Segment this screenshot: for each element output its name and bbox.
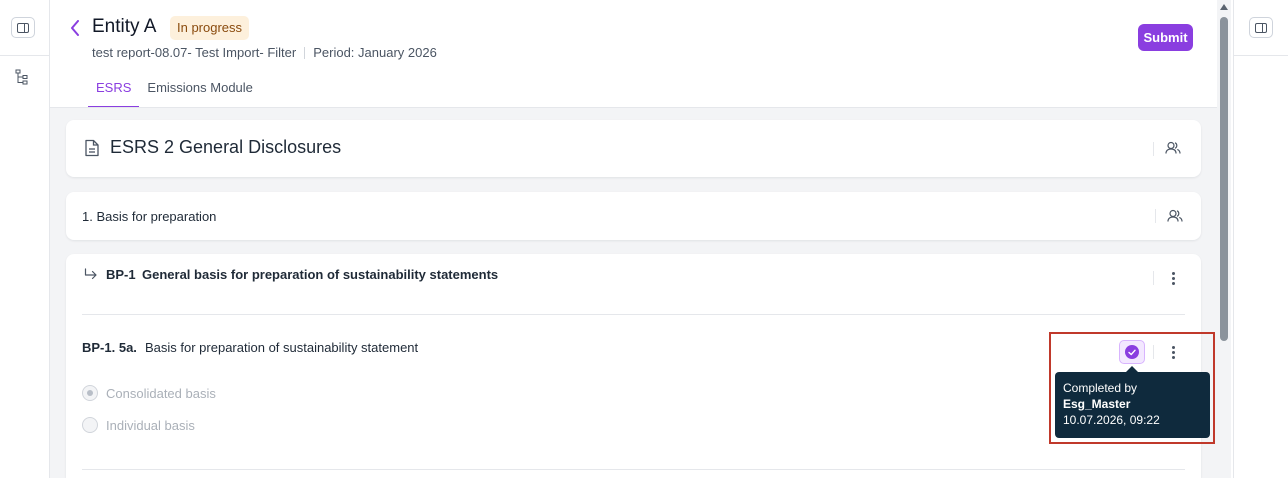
subsection-card[interactable]: 1. Basis for preparation xyxy=(66,192,1201,240)
rail-divider xyxy=(0,55,50,56)
tooltip-timestamp: 10.07.2026, 09:22 xyxy=(1063,413,1160,427)
right-rail xyxy=(1233,0,1288,478)
divider xyxy=(1155,209,1156,223)
question-code: BP-1. 5a. xyxy=(82,340,137,355)
radio-button[interactable] xyxy=(82,417,98,433)
arrow-return-icon xyxy=(84,267,98,285)
section-card: ESRS 2 General Disclosures xyxy=(66,120,1201,177)
tab-bar: ESRS Emissions Module xyxy=(88,80,261,108)
tab-emissions-module[interactable]: Emissions Module xyxy=(139,80,261,108)
main-panel: Entity A In progress test report-08.07- … xyxy=(50,0,1217,478)
report-name: test report-08.07- Test Import- Filter xyxy=(92,45,297,60)
scrollbar[interactable] xyxy=(1217,0,1231,478)
tooltip-label: Completed by xyxy=(1063,381,1138,395)
radio-label: Consolidated basis xyxy=(106,385,216,401)
document-icon xyxy=(84,139,100,162)
users-icon[interactable] xyxy=(1165,141,1181,160)
radio-button[interactable] xyxy=(82,385,98,401)
panel-toggle-icon[interactable] xyxy=(11,17,35,38)
scroll-up-icon[interactable] xyxy=(1220,4,1228,10)
requirement-card: BP-1 General basis for preparation of su… xyxy=(66,254,1201,478)
kebab-icon[interactable] xyxy=(1165,270,1181,286)
requirement-code: BP-1 xyxy=(106,267,136,282)
scroll-thumb[interactable] xyxy=(1220,17,1228,341)
subsection-title: 1. Basis for preparation xyxy=(82,209,217,224)
content-area: ESRS 2 General Disclosures 1. Basis for … xyxy=(50,108,1217,478)
users-icon[interactable] xyxy=(1167,209,1183,228)
tab-esrs[interactable]: ESRS xyxy=(88,80,140,108)
panel-toggle-icon[interactable] xyxy=(1249,17,1273,38)
radio-selected-dot xyxy=(87,390,93,396)
divider xyxy=(1153,142,1154,156)
tree-icon[interactable] xyxy=(15,69,29,90)
divider xyxy=(1153,271,1154,285)
left-rail xyxy=(0,0,50,478)
completion-tooltip: Completed by Esg_Master 10.07.2026, 09:2… xyxy=(1055,372,1210,438)
question-title: Basis for preparation of sustainability … xyxy=(145,340,419,355)
divider xyxy=(82,469,1185,470)
meta-divider xyxy=(304,46,306,59)
report-meta: test report-08.07- Test Import- Filter P… xyxy=(92,45,437,60)
page-title: Entity A xyxy=(92,16,157,37)
section-title: ESRS 2 General Disclosures xyxy=(110,137,342,157)
rail-divider xyxy=(1234,55,1288,56)
radio-label: Individual basis xyxy=(106,417,195,433)
radio-individual[interactable]: Individual basis xyxy=(82,417,195,433)
submit-button[interactable]: Submit xyxy=(1138,24,1193,51)
requirement-title: General basis for preparation of sustain… xyxy=(142,267,499,282)
back-chevron-icon[interactable] xyxy=(70,18,84,38)
tooltip-user: Esg_Master xyxy=(1063,397,1131,411)
radio-consolidated[interactable]: Consolidated basis xyxy=(82,385,216,401)
divider xyxy=(82,314,1185,315)
report-period: Period: January 2026 xyxy=(313,45,437,60)
status-badge: In progress xyxy=(170,16,250,40)
